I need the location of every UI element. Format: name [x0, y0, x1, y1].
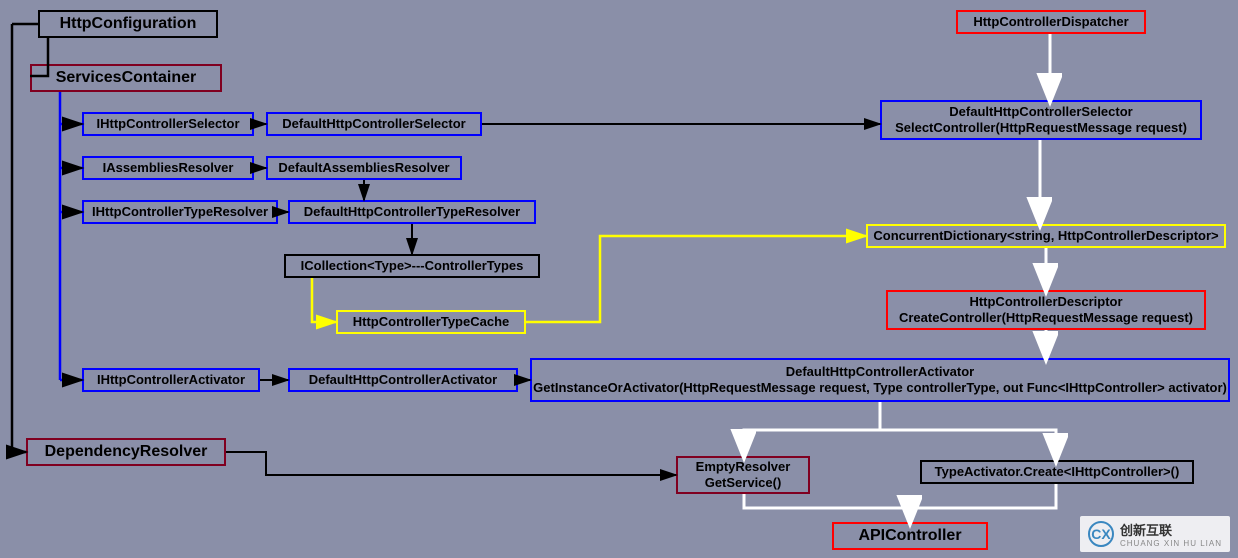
- node-http-controller-descriptor: HttpControllerDescriptor CreateControlle…: [886, 290, 1206, 330]
- node-services-container: ServicesContainer: [30, 64, 222, 92]
- line2: SelectController(HttpRequestMessage requ…: [895, 120, 1187, 136]
- node-icollection-controller-types: ICollection<Type>---ControllerTypes: [284, 254, 540, 278]
- node-dependency-resolver: DependencyResolver: [26, 438, 226, 466]
- node-http-controller-type-cache: HttpControllerTypeCache: [336, 310, 526, 334]
- line1: DefaultHttpControllerSelector: [949, 104, 1132, 120]
- node-ihttp-controller-selector: IHttpControllerSelector: [82, 112, 254, 136]
- brand-logo: CX 创新互联 CHUANG XIN HU LIAN: [1080, 516, 1230, 552]
- logo-sub: CHUANG XIN HU LIAN: [1120, 539, 1222, 548]
- line2: GetInstanceOrActivator(HttpRequestMessag…: [533, 380, 1227, 396]
- logo-text: 创新互联: [1120, 520, 1222, 539]
- logo-mark-icon: CX: [1088, 521, 1114, 547]
- node-iassemblies-resolver: IAssembliesResolver: [82, 156, 254, 180]
- line1: EmptyResolver: [696, 459, 791, 475]
- node-default-http-controller-selector: DefaultHttpControllerSelector: [266, 112, 482, 136]
- line1: HttpControllerDescriptor: [969, 294, 1122, 310]
- line1: DefaultHttpControllerActivator: [786, 364, 975, 380]
- node-activator-get-instance: DefaultHttpControllerActivator GetInstan…: [530, 358, 1230, 402]
- node-api-controller: APIController: [832, 522, 988, 550]
- line2: CreateController(HttpRequestMessage requ…: [899, 310, 1193, 326]
- node-empty-resolver: EmptyResolver GetService(): [676, 456, 810, 494]
- node-ihttp-controller-type-resolver: IHttpControllerTypeResolver: [82, 200, 278, 224]
- node-concurrent-dictionary: ConcurrentDictionary<string, HttpControl…: [866, 224, 1226, 248]
- node-http-controller-dispatcher: HttpControllerDispatcher: [956, 10, 1146, 34]
- line2: GetService(): [705, 475, 782, 491]
- node-default-assemblies-resolver: DefaultAssembliesResolver: [266, 156, 462, 180]
- node-http-configuration: HttpConfiguration: [38, 10, 218, 38]
- node-default-http-controller-type-resolver: DefaultHttpControllerTypeResolver: [288, 200, 536, 224]
- node-selector-select-controller: DefaultHttpControllerSelector SelectCont…: [880, 100, 1202, 140]
- node-ihttp-controller-activator: IHttpControllerActivator: [82, 368, 260, 392]
- node-type-activator-create: TypeActivator.Create<IHttpController>(): [920, 460, 1194, 484]
- node-default-http-controller-activator: DefaultHttpControllerActivator: [288, 368, 518, 392]
